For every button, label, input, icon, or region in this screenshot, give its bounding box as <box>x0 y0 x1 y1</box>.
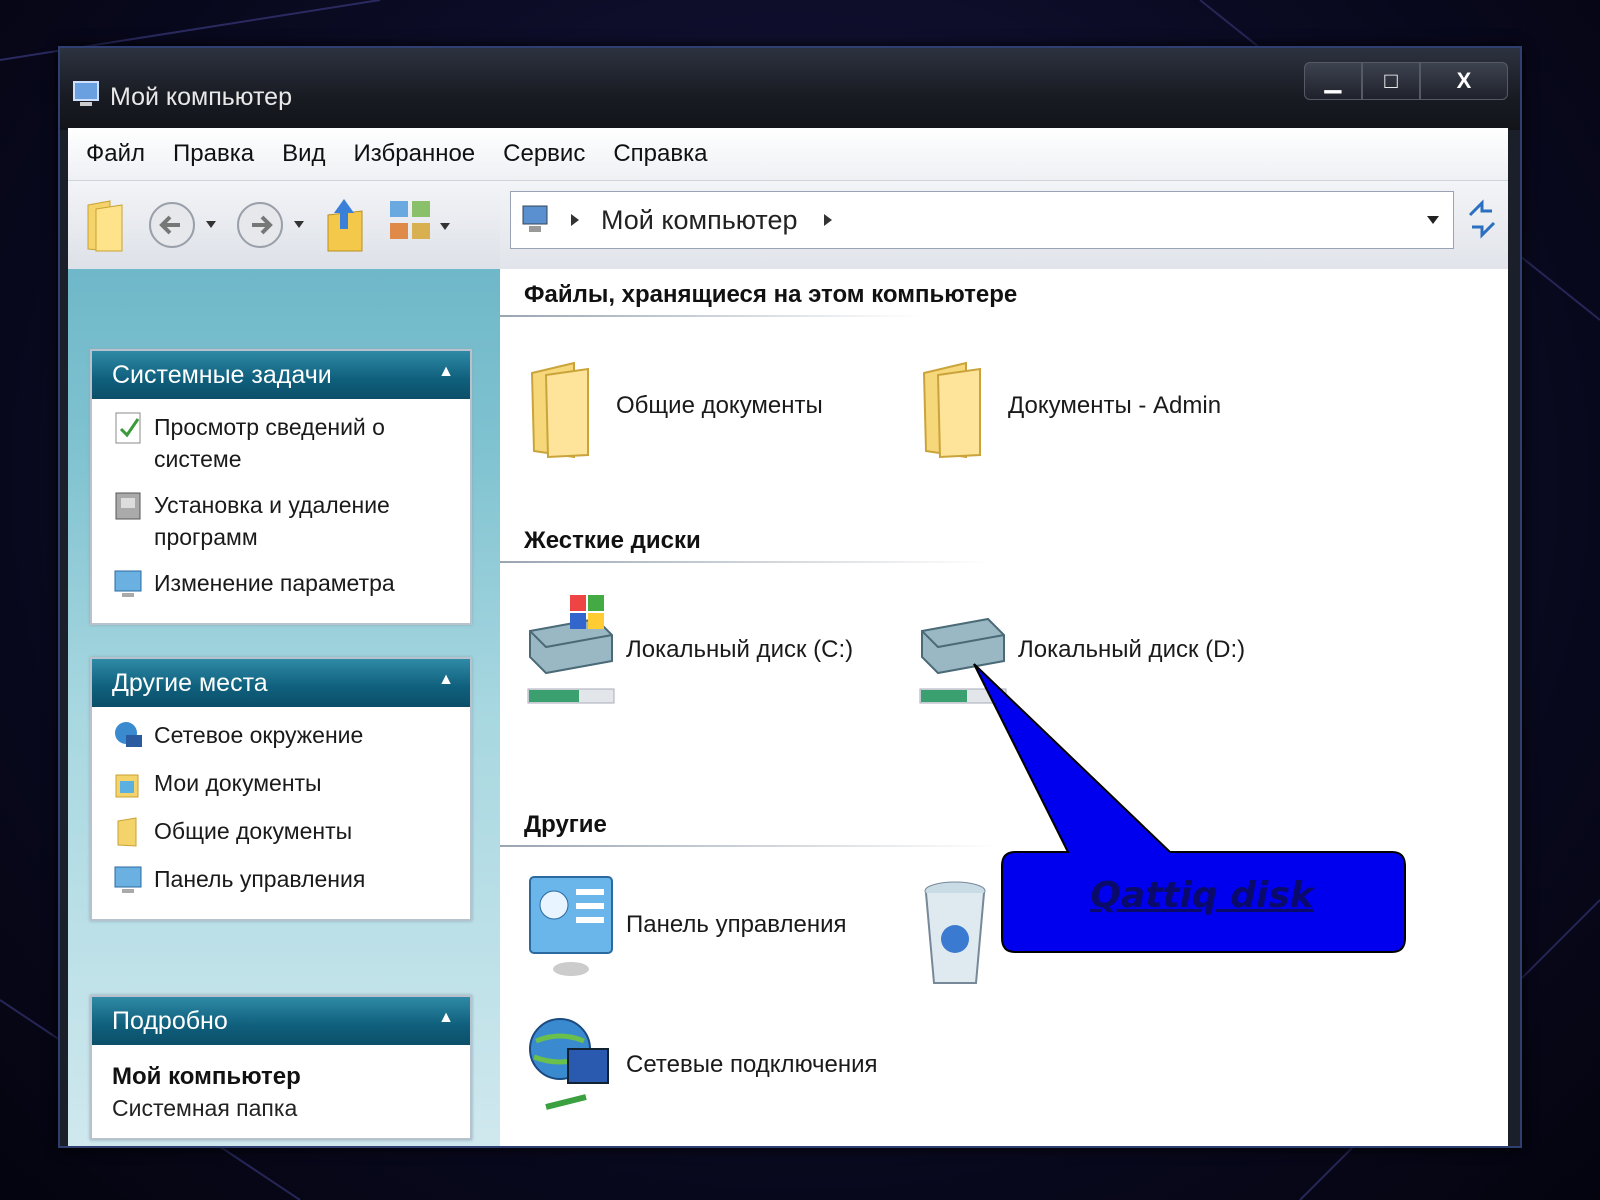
callout-label: Qattiq disk <box>1090 874 1314 916</box>
callout-shape <box>973 663 1406 953</box>
